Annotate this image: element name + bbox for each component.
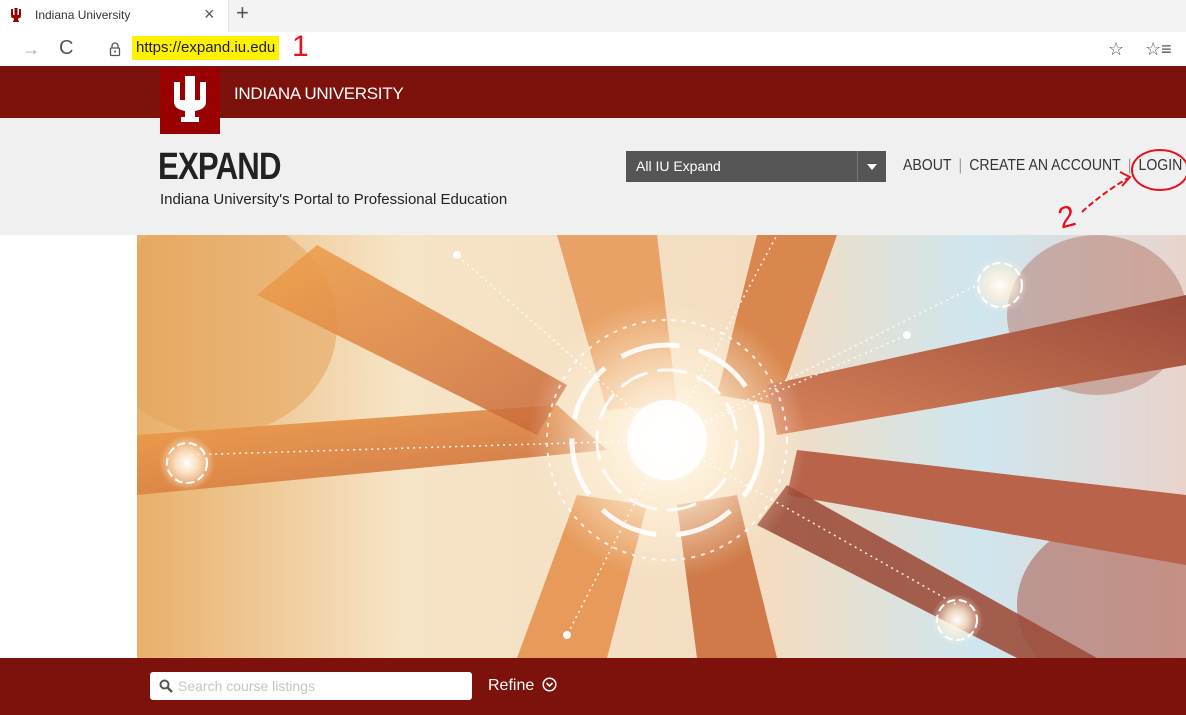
university-name[interactable]: INDIANA UNIVERSITY [234,84,404,104]
iu-trident-logo-icon [174,76,206,122]
favorites-icon[interactable]: ☆≡ [1145,39,1172,60]
new-tab-icon[interactable]: + [236,2,249,24]
site-select-dropdown[interactable]: All IU Expand [626,151,886,182]
url-field[interactable]: https://expand.iu.edu [132,36,280,60]
iu-logo[interactable] [160,68,220,134]
forward-icon[interactable]: → [22,39,40,60]
site-title[interactable]: EXPAND [158,146,281,189]
iu-trident-icon [11,8,21,22]
refine-button[interactable]: Refine [488,677,557,695]
create-account-link[interactable]: CREATE AN ACCOUNT [969,157,1121,175]
tab-close-icon[interactable]: × [204,5,215,23]
browser-tab-bar: Indiana University × + [0,0,1186,32]
tab-title: Indiana University [35,8,131,22]
about-link[interactable]: ABOUT [903,157,952,175]
browser-tab[interactable]: Indiana University × [0,0,229,32]
hands-together-hero-graphic [137,235,1186,658]
search-box[interactable] [150,672,472,700]
add-favorite-icon[interactable]: ☆ [1108,39,1124,60]
lock-icon[interactable] [108,41,122,57]
hero-image [137,235,1186,658]
chevron-down-icon[interactable] [857,151,886,182]
site-subtitle: Indiana University's Portal to Professio… [160,191,508,208]
reload-icon[interactable]: C [59,37,73,60]
chevron-circle-down-icon [542,677,557,692]
nav-separator: | [958,157,963,174]
refine-label: Refine [488,677,535,694]
header-nav: ABOUT | CREATE AN ACCOUNT | LOGIN [903,157,1182,175]
login-link[interactable]: LOGIN [1138,157,1182,175]
site-select-value: All IU Expand [636,158,721,174]
search-icon [159,679,173,693]
nav-separator: | [1127,157,1132,174]
address-bar: → C https://expand.iu.edu ☆ ☆≡ [0,32,1186,66]
search-input[interactable] [178,675,464,697]
